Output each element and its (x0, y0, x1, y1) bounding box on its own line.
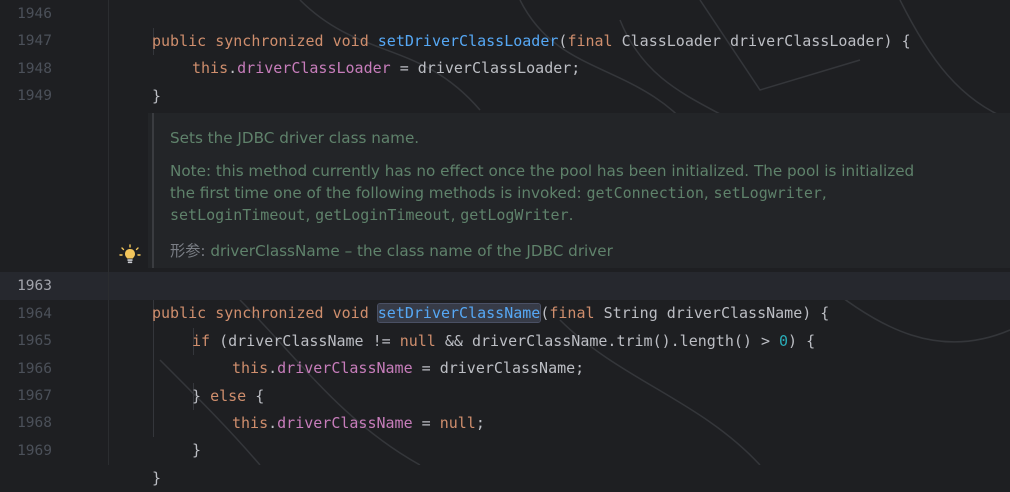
doc-note-line-3: setLoginTimeout, getLoginTimeout, getLog… (170, 206, 573, 224)
code-line-1948[interactable]: } (0, 56, 1010, 105)
code-line-1947[interactable]: this.driverClassLoader = driverClassLoad… (0, 28, 1010, 77)
doc-param: 形参: driverClassName – the class name of … (170, 239, 613, 261)
doc-separator: , (305, 206, 316, 224)
doc-separator: , (821, 184, 827, 202)
code-line-1969[interactable]: } (0, 438, 1010, 487)
doc-note-line-1: Note: this method currently has no effec… (170, 162, 915, 180)
doc-code-link[interactable]: getLoginTimeout (315, 206, 450, 224)
code-line-1968[interactable]: } (0, 410, 1010, 459)
doc-separator: , (703, 184, 714, 202)
code-line-1964[interactable]: if (driverClassName != null && driverCla… (0, 301, 1010, 350)
code-line-1966[interactable]: } else { (0, 356, 1010, 405)
doc-code-link[interactable]: getLogWriter (460, 206, 568, 224)
lightbulb-icon[interactable] (119, 244, 141, 266)
doc-summary: Sets the JDBC driver class name. (170, 129, 420, 147)
doc-code-link[interactable]: setLoginTimeout (170, 206, 305, 224)
code-text: } (152, 87, 162, 105)
doc-note-line-2: the first time one of the following meth… (170, 184, 827, 202)
doc-code-link[interactable]: getConnection (586, 184, 703, 202)
doc-left-bar (152, 113, 154, 268)
doc-note-text: the first time one of the following meth… (170, 184, 587, 202)
doc-separator: , (450, 206, 461, 224)
code-line-1963[interactable]: public synchronized void setDriverClassN… (0, 273, 1010, 323)
doc-separator: . (568, 206, 574, 224)
code-line-1946[interactable]: public synchronized void setDriverClassL… (0, 1, 1010, 50)
code-line-1965[interactable]: this.driverClassName = driverClassName; (0, 328, 1010, 377)
doc-param-tag: 形参: (170, 242, 206, 260)
doc-param-text: driverClassName – the class name of the … (210, 242, 613, 260)
doc-code-link[interactable]: setLogwriter (714, 184, 822, 202)
code-line-1967[interactable]: this.driverClassName = null; (0, 383, 1010, 432)
code-text: } (152, 469, 162, 487)
